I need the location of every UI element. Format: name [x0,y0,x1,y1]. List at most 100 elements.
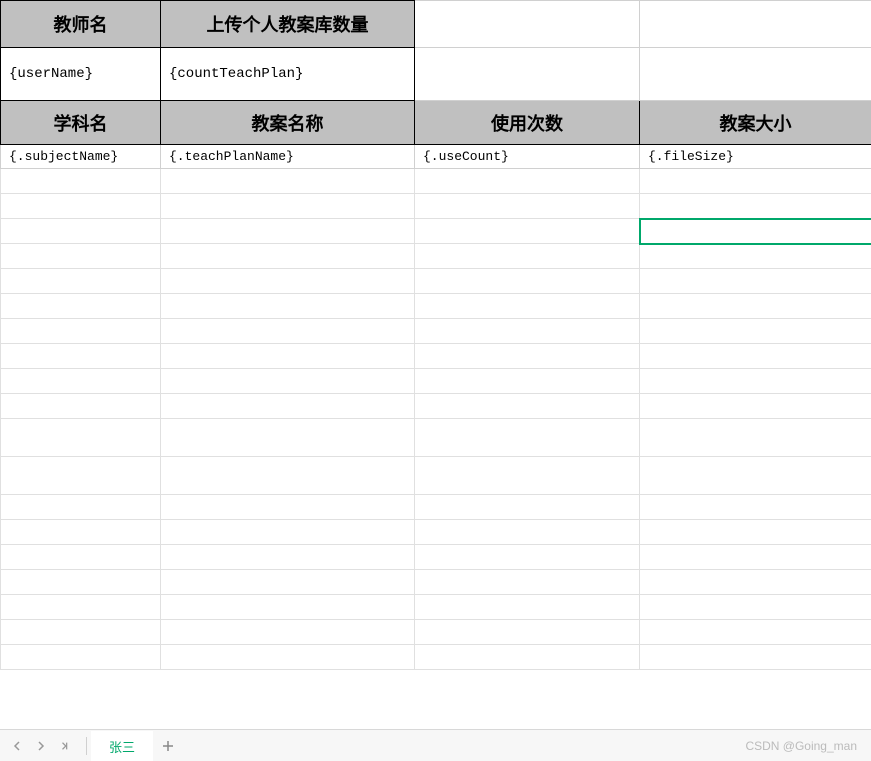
cell[interactable] [161,595,415,620]
cell-subject-name[interactable]: {.subjectName} [1,145,161,169]
header-teacher-name[interactable]: 教师名 [1,1,161,48]
cell-count-teachplan[interactable]: {countTeachPlan} [161,48,415,101]
cell[interactable] [161,244,415,269]
cell[interactable] [1,169,161,194]
cell[interactable] [640,457,871,495]
header-file-size[interactable]: 教案大小 [640,101,871,145]
cell[interactable] [161,319,415,344]
cell[interactable] [415,620,640,645]
cell[interactable] [640,419,871,457]
cell[interactable] [161,344,415,369]
cell[interactable] [415,595,640,620]
cell[interactable] [415,495,640,520]
cell[interactable] [161,219,415,244]
cell-username[interactable]: {userName} [1,48,161,101]
cell[interactable] [415,545,640,570]
sheet-tab-bar: 张三 CSDN @Going_man [0,729,871,761]
cell[interactable] [640,620,871,645]
cell-teach-plan-name[interactable]: {.teachPlanName} [161,145,415,169]
cell[interactable] [415,570,640,595]
cell[interactable] [640,570,871,595]
cell[interactable] [161,457,415,495]
cell[interactable] [1,319,161,344]
cell[interactable] [161,570,415,595]
cell[interactable] [1,620,161,645]
cell[interactable] [1,495,161,520]
cell[interactable] [640,344,871,369]
cell[interactable] [415,645,640,670]
cell[interactable] [415,169,640,194]
cell[interactable] [161,620,415,645]
spreadsheet-grid[interactable]: 教师名 上传个人教案库数量 {userName} {countTeachPlan… [0,0,871,729]
cell[interactable] [161,294,415,319]
cell[interactable] [161,419,415,457]
separator [86,737,87,755]
cell[interactable] [161,269,415,294]
cell[interactable] [161,645,415,670]
header-subject-name[interactable]: 学科名 [1,101,161,145]
cell[interactable] [640,545,871,570]
cell-c1[interactable] [415,1,640,48]
cell[interactable] [640,194,871,219]
cell[interactable] [640,520,871,545]
cell-d2[interactable] [640,48,871,101]
cell[interactable] [415,294,640,319]
cell[interactable] [1,570,161,595]
cell[interactable] [640,394,871,419]
sheet-nav-prev[interactable] [6,735,28,757]
cell[interactable] [1,344,161,369]
cell[interactable] [640,495,871,520]
cell[interactable] [415,457,640,495]
selected-cell[interactable] [640,219,871,244]
cell[interactable] [1,595,161,620]
cell[interactable] [161,520,415,545]
cell[interactable] [1,194,161,219]
cell[interactable] [415,394,640,419]
cell-use-count[interactable]: {.useCount} [415,145,640,169]
cell[interactable] [1,219,161,244]
sheet-tab-active[interactable]: 张三 [91,731,153,761]
cell[interactable] [415,269,640,294]
header-upload-count[interactable]: 上传个人教案库数量 [161,1,415,48]
cell-d1[interactable] [640,1,871,48]
cell-c2[interactable] [415,48,640,101]
cell[interactable] [1,645,161,670]
cell[interactable] [640,169,871,194]
cell[interactable] [640,294,871,319]
cell[interactable] [415,319,640,344]
cell[interactable] [1,394,161,419]
header-plan-name[interactable]: 教案名称 [161,101,415,145]
cell[interactable] [640,319,871,344]
cell[interactable] [415,344,640,369]
add-sheet-button[interactable] [153,731,183,761]
cell[interactable] [415,419,640,457]
cell[interactable] [640,369,871,394]
cell[interactable] [640,244,871,269]
cell[interactable] [1,545,161,570]
cell[interactable] [1,369,161,394]
cell-file-size[interactable]: {.fileSize} [640,145,871,169]
cell[interactable] [1,419,161,457]
cell[interactable] [161,169,415,194]
cell[interactable] [415,520,640,545]
sheet-nav-last[interactable] [54,735,76,757]
cell[interactable] [161,545,415,570]
cell[interactable] [1,294,161,319]
cell[interactable] [415,194,640,219]
cell[interactable] [640,269,871,294]
cell[interactable] [1,520,161,545]
cell[interactable] [640,595,871,620]
cell[interactable] [640,645,871,670]
cell[interactable] [1,457,161,495]
cell[interactable] [415,369,640,394]
sheet-nav-next[interactable] [30,735,52,757]
cell[interactable] [161,369,415,394]
cell[interactable] [415,244,640,269]
cell[interactable] [1,244,161,269]
cell[interactable] [161,394,415,419]
cell[interactable] [161,194,415,219]
cell[interactable] [415,219,640,244]
cell[interactable] [1,269,161,294]
header-use-count[interactable]: 使用次数 [415,101,640,145]
cell[interactable] [161,495,415,520]
